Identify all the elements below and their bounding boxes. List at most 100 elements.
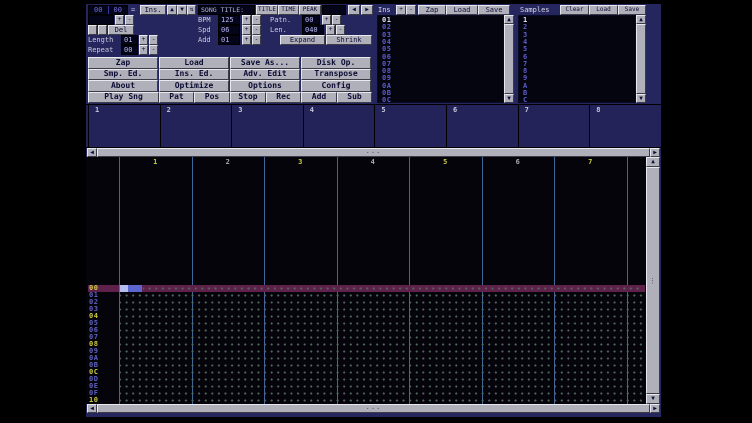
song-length-display[interactable]: 01 [121,35,138,45]
instrument-sub-button[interactable]: - [406,5,416,15]
scope-channel-8[interactable]: 8 [589,105,661,147]
bpm-increase-button[interactable]: + [242,15,251,25]
pattern-bottom-scrollbar-left-button[interactable]: ◀ [87,404,97,413]
pattern-row-0A[interactable]: 0A [86,355,646,362]
options-button[interactable]: Options [230,80,300,92]
channel-header-1[interactable]: 1 [120,158,192,166]
instrument-list-scrollbar-thumb[interactable] [504,24,514,94]
repeat-display[interactable]: 00 [121,45,138,55]
view-peak-button[interactable]: PEAK [299,5,321,15]
instrument-item[interactable]: 0C [382,97,391,103]
channel-header-2[interactable]: 2 [192,158,264,166]
channel-header-6[interactable]: 6 [482,158,554,166]
pattern-row-0F[interactable]: 0F [86,390,646,397]
song-length-increase-button[interactable]: + [139,35,148,45]
delete-order-button[interactable]: Del [108,25,134,35]
speed-decrease-button[interactable]: - [252,25,261,35]
disk-op-button[interactable]: Disk Op. [301,57,371,69]
bpm-decrease-button[interactable]: - [252,15,261,25]
shrink-button[interactable]: Shrink [326,35,372,45]
sample-list-scrollbar-up-button[interactable]: ▲ [636,15,646,24]
pattern-cells[interactable] [120,306,643,313]
rec-button[interactable]: Rec [266,92,301,104]
scope-channel-3[interactable]: 3 [231,105,303,147]
pattern-top-scrollbar-left-button[interactable]: ◀ [87,148,97,157]
title-scroll-right-button[interactable]: ▶ [361,5,373,15]
song-title-field[interactable]: SONG TITLE: [198,5,255,15]
pattern-row-05[interactable]: 05 [86,320,646,327]
pattern-cells[interactable] [120,320,643,327]
pattern-length-increase-button[interactable]: + [326,25,335,35]
pattern-cells[interactable] [120,299,643,306]
transpose-button[interactable]: Transpose [301,69,371,81]
pattern-row-0E[interactable]: 0E [86,383,646,390]
pattern-cells[interactable] [120,313,643,320]
pattern-cells[interactable] [120,341,643,348]
order-misc-a-button[interactable] [88,25,97,35]
pattern-row-0D[interactable]: 0D [86,376,646,383]
config-button[interactable]: Config [301,80,371,92]
pattern-cells[interactable] [120,355,643,362]
sample-clear-button[interactable]: Clear [560,5,589,15]
scope-channel-4[interactable]: 4 [303,105,375,147]
sample-item[interactable]: C [523,97,528,103]
instrument-load-button[interactable]: Load [446,5,478,15]
scope-channel-5[interactable]: 5 [374,105,446,147]
order-scroll-up-button[interactable]: ▲ [167,5,177,15]
order-position-display[interactable]: 00 00 [88,5,128,15]
instrument-zap-button[interactable]: Zap [418,5,446,15]
sub-button[interactable]: Sub [337,92,372,104]
channel-header-7[interactable]: 7 [555,158,627,166]
stop-button[interactable]: Stop [230,92,266,104]
about-button[interactable]: About [88,80,158,92]
view-title-button[interactable]: TITLE [256,5,278,15]
speed-value-display[interactable]: 06 [218,25,240,35]
pattern-row-00[interactable]: 00 [86,285,646,292]
pattern-top-scrollbar-track[interactable]: ··· [97,148,650,157]
scope-channel-1[interactable]: 1 [88,105,160,147]
pattern-length-display[interactable]: 040 [302,25,324,35]
pattern-scrollbar-track[interactable]: ⋮ [646,167,660,394]
load-button[interactable]: Load [159,57,229,69]
sample-list-scrollbar-down-button[interactable]: ▼ [636,94,646,103]
channel-header-5[interactable]: 5 [410,158,482,166]
pattern-editor[interactable]: 1234567000102030405060708090A0B0C0D0E0F1… [86,157,646,404]
repeat-decrease-button[interactable]: - [149,45,158,55]
speed-increase-button[interactable]: + [242,25,251,35]
pattern-scrollbar-up-button[interactable]: ▲ [646,157,660,167]
scope-channel-2[interactable]: 2 [160,105,232,147]
pattern-row-02[interactable]: 02 [86,299,646,306]
pattern-number-display[interactable]: 00 [302,15,320,25]
ins-ed-button[interactable]: Ins. Ed. [159,69,229,81]
pattern-bottom-scrollbar-thumb[interactable]: ··· [97,404,650,413]
adv-edit-button[interactable]: Adv. Edit [230,69,300,81]
instrument-save-button[interactable]: Save [478,5,510,15]
pattern-row-0B[interactable]: 0B [86,362,646,369]
pat-button[interactable]: Pat [159,92,194,104]
expand-button[interactable]: Expand [280,35,325,45]
instrument-add-button[interactable]: + [396,5,406,15]
pattern-cells[interactable] [120,292,643,299]
sample-list-scrollbar-track[interactable] [636,24,646,94]
pattern-cells[interactable] [120,390,643,397]
pattern-row-10[interactable]: 10 [86,397,646,404]
pattern-number-decrease-button[interactable]: - [332,15,341,25]
pattern-cells[interactable] [120,397,643,404]
view-time-button[interactable]: TIME [278,5,299,15]
pattern-cells[interactable] [143,285,643,292]
song-length-decrease-button[interactable]: - [149,35,158,45]
pattern-row-0C[interactable]: 0C [86,369,646,376]
pattern-cells[interactable] [120,376,643,383]
save-as-button[interactable]: Save As... [230,57,300,69]
sample-save-button[interactable]: Save [618,5,646,15]
pattern-bottom-scrollbar-track[interactable]: ··· [97,404,650,413]
channel-header-4[interactable]: 4 [337,158,409,166]
pattern-scrollbar-down-button[interactable]: ▼ [646,394,660,404]
play-sng-button[interactable]: Play Sng [88,92,159,104]
instrument-list-scrollbar-up-button[interactable]: ▲ [504,15,514,24]
pattern-row-08[interactable]: 08 [86,341,646,348]
pos-button[interactable]: Pos [194,92,230,104]
pattern-row-01[interactable]: 01 [86,292,646,299]
zap-button[interactable]: Zap [88,57,158,69]
title-scroll-left-button[interactable]: ◀ [348,5,360,15]
